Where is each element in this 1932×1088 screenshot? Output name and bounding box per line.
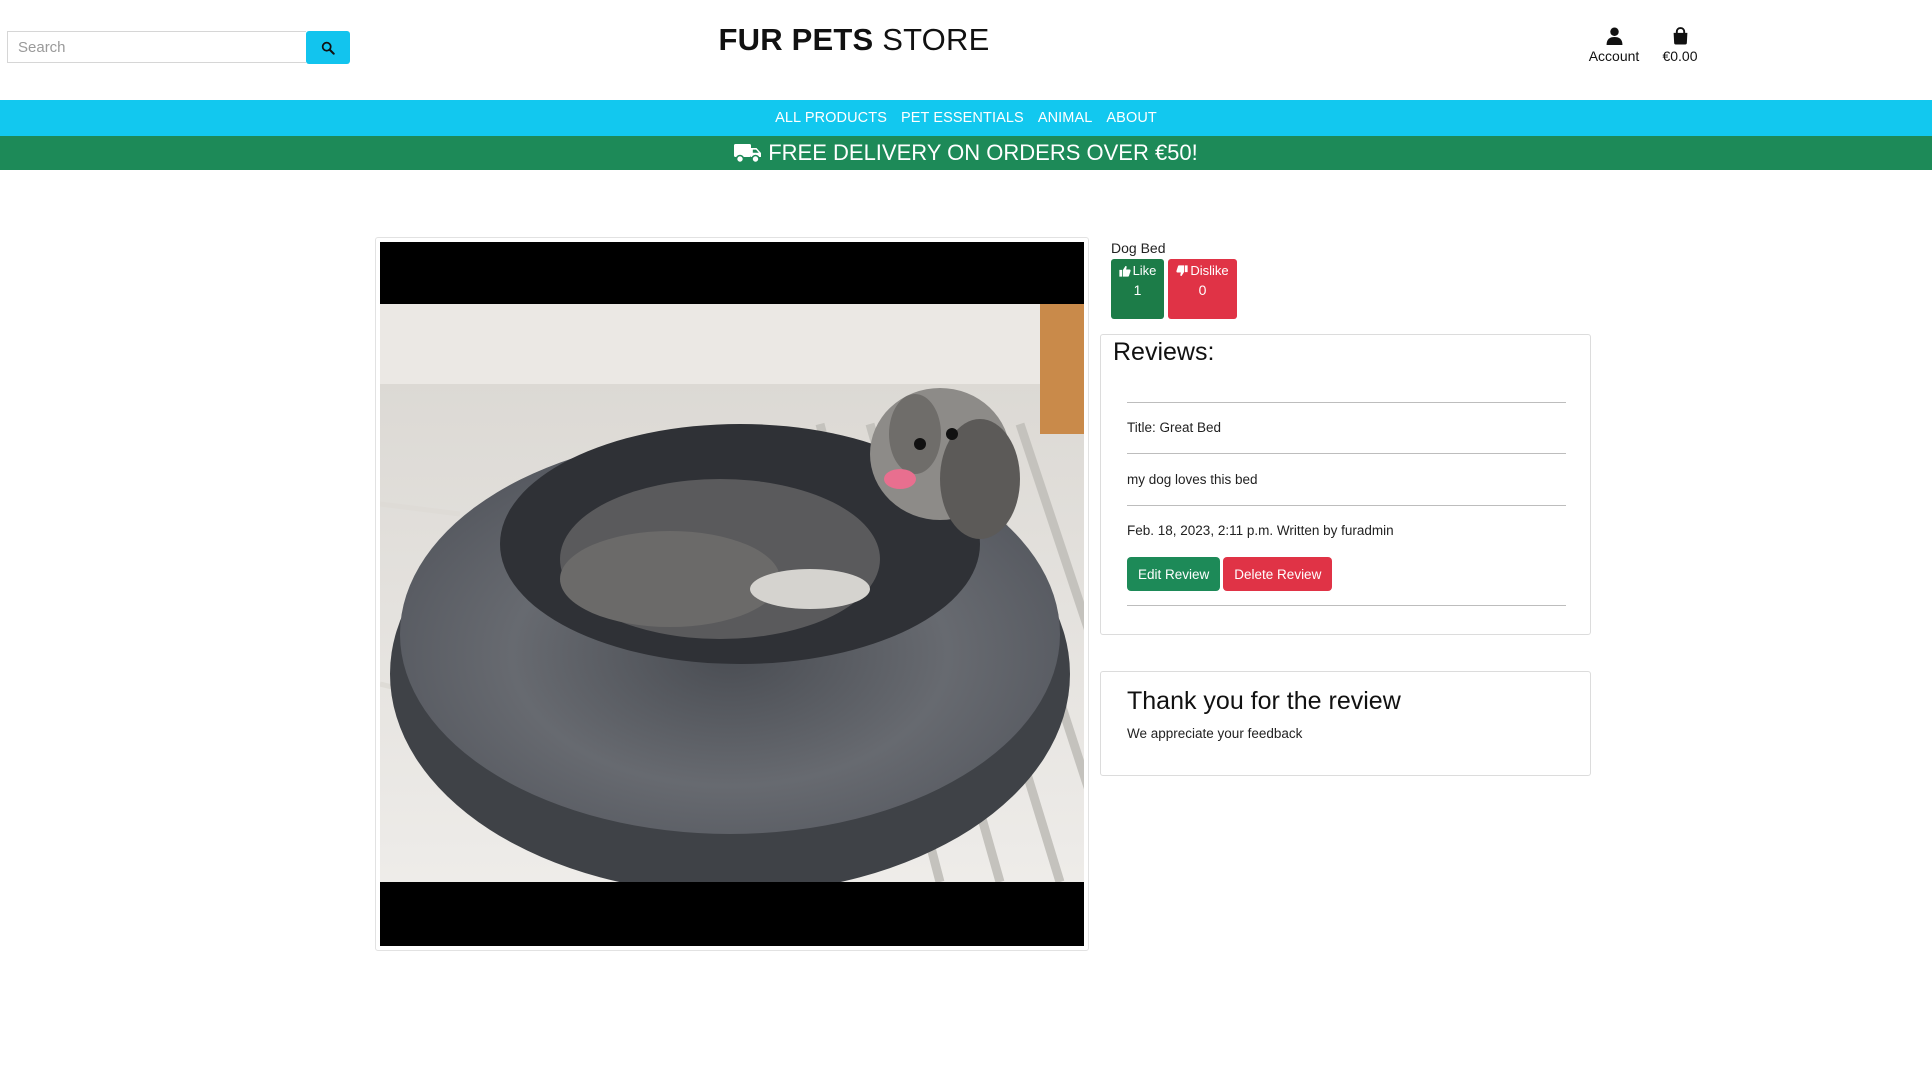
dislike-button[interactable]: Dislike 0 [1168,259,1237,319]
delivery-banner: FREE DELIVERY ON ORDERS OVER €50! [0,136,1932,170]
account-label: Account [1588,48,1640,64]
review-title: Title: Great Bed [1127,420,1222,435]
thank-you-title: Thank you for the review [1127,687,1401,715]
nav-all-products[interactable]: ALL PRODUCTS [775,110,887,126]
nav-animal[interactable]: ANIMAL [1038,110,1093,126]
main-navigation: ALL PRODUCTS PET ESSENTIALS ANIMAL ABOUT [0,100,1932,136]
dislike-count: 0 [1198,282,1207,298]
dislike-label-wrap: Dislike [1176,263,1229,278]
divider [1127,505,1566,506]
edit-review-button[interactable]: Edit Review [1127,557,1221,591]
header-icons: Account €0.00 [1580,27,1704,64]
brand-light: STORE [882,22,990,57]
dislike-label: Dislike [1190,263,1229,278]
truck-icon [734,144,762,164]
nav-pet-essentials[interactable]: PET ESSENTIALS [901,110,1024,126]
shopping-bag-icon [1673,27,1687,45]
like-button[interactable]: Like 1 [1111,259,1164,319]
delivery-banner-text: FREE DELIVERY ON ORDERS OVER €50! [768,140,1198,165]
divider [1127,453,1566,454]
product-image [380,242,1084,946]
review-actions: Edit Review Delete Review [1127,557,1333,591]
nav-about[interactable]: ABOUT [1106,110,1156,126]
site-header: FUR PETS STORE Account €0.00 [0,0,1932,100]
divider [1127,402,1566,403]
review-meta: Feb. 18, 2023, 2:11 p.m. Written by fura… [1127,523,1394,538]
like-count: 1 [1133,282,1142,298]
reviews-heading: Reviews: [1113,338,1215,366]
shopping-bag-link[interactable]: €0.00 [1656,27,1704,64]
review-body: my dog loves this bed [1127,472,1258,487]
brand-bold: FUR PETS [718,22,874,57]
reviews-card: Reviews: Title: Great Bed my dog loves t… [1100,334,1591,635]
thank-you-card: Thank you for the review We appreciate y… [1100,671,1591,776]
vote-buttons: Like 1 Dislike 0 [1111,259,1237,319]
divider [1127,605,1566,606]
thumbs-up-icon [1118,265,1131,277]
thumbs-down-icon [1176,264,1188,276]
bag-total: €0.00 [1662,48,1698,64]
like-label: Like [1132,263,1157,278]
user-icon [1606,27,1622,45]
delete-review-button[interactable]: Delete Review [1223,557,1333,591]
account-link[interactable]: Account [1580,27,1648,64]
site-logo[interactable]: FUR PETS STORE [0,22,1708,58]
product-name: Dog Bed [1111,240,1166,256]
dog-bed-photo [380,304,1084,882]
like-label-wrap: Like [1118,263,1157,278]
product-image-frame [375,237,1089,951]
thank-you-text: We appreciate your feedback [1127,726,1303,741]
